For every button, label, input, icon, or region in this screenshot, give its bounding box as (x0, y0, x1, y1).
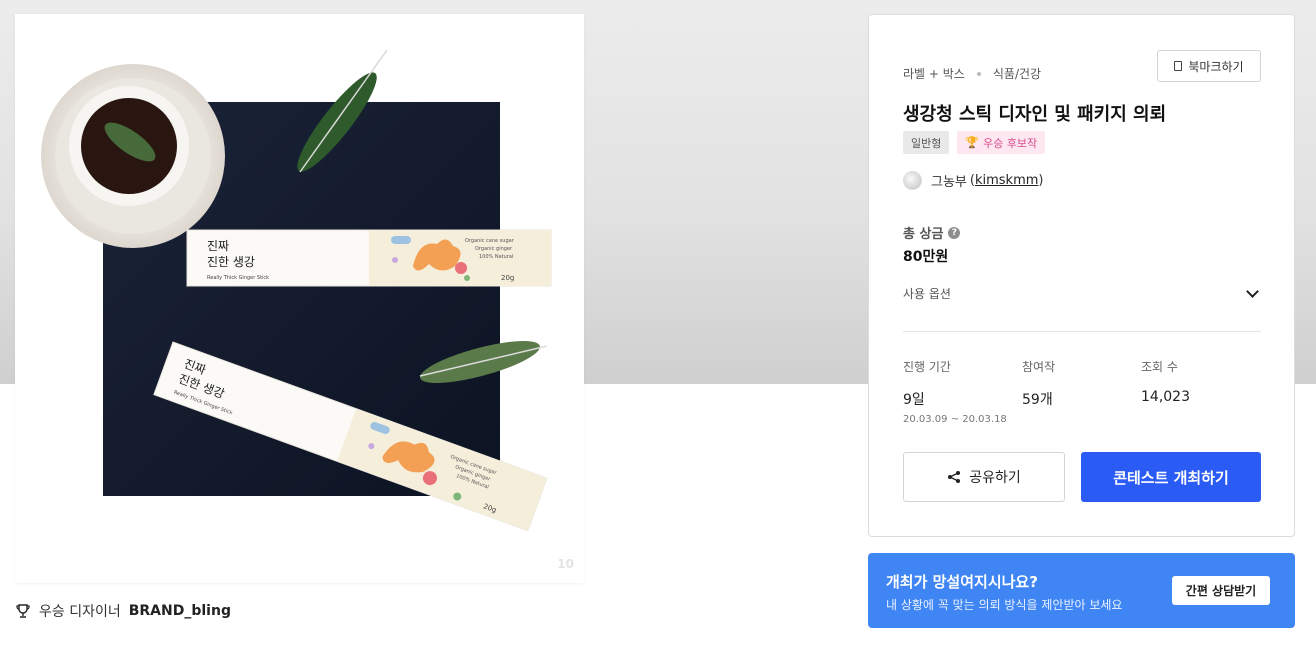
consult-banner: 개최가 망설여지시나요? 내 상황에 꼭 맞는 의뢰 방식을 제안받아 보세요 … (868, 553, 1295, 628)
divider (903, 331, 1261, 332)
help-icon[interactable]: ? (948, 226, 961, 239)
stat-label: 참여작 (1022, 360, 1056, 374)
bookmark-icon (1174, 61, 1183, 71)
consult-title: 개최가 망설여지시나요? (886, 573, 1038, 591)
category-breadcrumb: 라벨 + 박스 식품/건강 (903, 65, 1041, 82)
stick1-info3: 100% Natural (479, 254, 513, 260)
stick1-info1: Organic cane sugar (465, 238, 515, 244)
product-image[interactable]: 진짜 진한 생강 Really Thick Ginger Stick Organ… (15, 14, 584, 583)
winner-candidate-badge: 🏆 우승 후보작 (957, 131, 1046, 154)
share-icon (948, 471, 961, 483)
trophy-icon: 🏆 (965, 136, 980, 149)
winner-designer: 우승 디자이너 BRAND_bling (15, 601, 231, 621)
category-secondary[interactable]: 식품/건강 (993, 65, 1041, 82)
host-contest-button[interactable]: 콘테스트 개최하기 (1081, 452, 1261, 502)
chevron-down-icon[interactable] (1246, 285, 1259, 298)
consult-subtitle: 내 상황에 꼭 맞는 의뢰 방식을 제안받아 보세요 (886, 598, 1123, 612)
stat-value: 14,023 (1141, 389, 1190, 405)
stick1-brand2: 진한 생강 (207, 255, 255, 269)
stat-value: 59개 (1022, 392, 1053, 408)
host-id[interactable]: kimskmm (975, 173, 1038, 188)
contest-title: 생강청 스틱 디자인 및 패키지 의뢰 (903, 104, 1167, 125)
badge-row: 일반형 🏆 우승 후보작 (903, 131, 1046, 154)
stick-package-1: 진짜 진한 생강 Really Thick Ginger Stick Organ… (186, 229, 552, 287)
bookmark-button[interactable]: 북마크하기 (1157, 50, 1261, 82)
options-toggle[interactable]: 사용 옵션 (903, 285, 1261, 302)
stick1-info2: Organic ginger (475, 246, 513, 252)
stat-entries: 참여작 59개 (1022, 358, 1141, 425)
stick1-weight: 20g (501, 274, 514, 282)
prize-label-text: 총 상금 (903, 227, 944, 242)
consult-button[interactable]: 간편 상담받기 (1172, 576, 1270, 605)
prize-value: 80만원 (903, 249, 949, 265)
prize-label: 총 상금 ? (903, 223, 961, 242)
winner-prefix: 우승 디자이너 (39, 604, 121, 620)
options-label: 사용 옵션 (903, 287, 951, 301)
contest-stats: 진행 기간 9일 20.03.09 ~ 20.03.18 참여작 59개 조회 … (903, 358, 1261, 425)
host-avatar (903, 171, 922, 190)
bookmark-label: 북마크하기 (1188, 59, 1244, 74)
stat-label: 진행 기간 (903, 360, 951, 374)
contest-info-panel: 라벨 + 박스 식품/건강 북마크하기 생강청 스틱 디자인 및 패키지 의뢰 … (868, 14, 1295, 537)
separator-dot (976, 71, 981, 76)
stick1-brand1: 진짜 (207, 239, 229, 253)
image-index: 10 (557, 557, 574, 571)
stat-views: 조회 수 14,023 (1141, 358, 1260, 425)
stick1-tagline: Really Thick Ginger Stick (207, 275, 269, 281)
share-label: 공유하기 (969, 470, 1021, 486)
host-name: 그농부 (931, 175, 967, 190)
host-info[interactable]: 그농부 (kimskmm) (903, 171, 1043, 190)
category-primary[interactable]: 라벨 + 박스 (903, 65, 965, 82)
share-button[interactable]: 공유하기 (903, 452, 1065, 502)
winner-candidate-label: 우승 후보작 (983, 136, 1038, 150)
product-photo: 진짜 진한 생강 Really Thick Ginger Stick Organ… (41, 49, 552, 532)
trophy-icon (16, 604, 30, 618)
stat-date-range: 20.03.09 ~ 20.03.18 (903, 414, 1007, 425)
stat-value: 9일 (903, 392, 925, 408)
stat-period: 진행 기간 9일 20.03.09 ~ 20.03.18 (903, 358, 1022, 425)
contest-type-badge: 일반형 (903, 131, 950, 154)
stat-label: 조회 수 (1141, 360, 1178, 374)
winner-name[interactable]: BRAND_bling (129, 603, 231, 619)
host-id-wrapper: (kimskmm) (969, 173, 1044, 188)
